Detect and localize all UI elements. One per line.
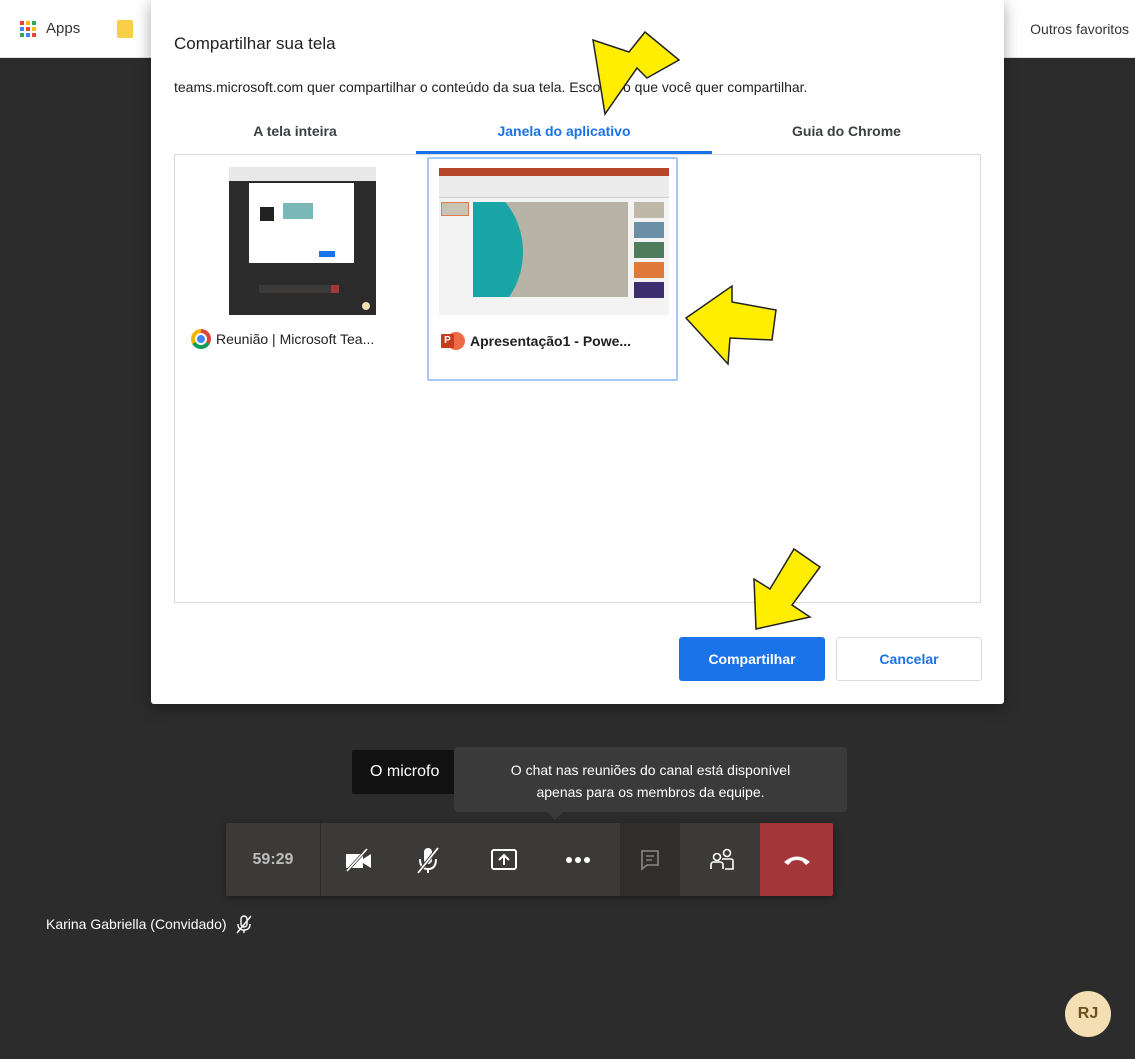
other-favorites[interactable]: Outros favoritos — [1030, 21, 1129, 37]
window-option-label: P Apresentação1 - Powe... — [441, 331, 631, 351]
powerpoint-window-thumbnail — [439, 168, 669, 315]
chat-button[interactable] — [620, 823, 680, 896]
microphone-off-icon — [236, 915, 252, 934]
mic-notification: O microfo — [352, 750, 462, 794]
more-options-button[interactable] — [548, 823, 608, 896]
share-tabs: A tela inteira Janela do aplicativo Guia… — [174, 112, 981, 156]
apps-grid-icon — [20, 20, 36, 37]
annotation-arrow-icon — [592, 30, 681, 116]
camera-off-button[interactable] — [328, 823, 388, 896]
share-screen-dialog: Compartilhar sua tela teams.microsoft.co… — [151, 0, 1004, 704]
window-title-text: Apresentação1 - Powe... — [470, 333, 632, 349]
more-options-icon — [566, 856, 590, 863]
bookmark-folder-icon[interactable] — [117, 20, 133, 38]
microphone-off-icon — [416, 846, 440, 874]
tooltip-line: apenas para os membros da equipe. — [536, 784, 765, 800]
chrome-icon — [191, 329, 211, 349]
tab-chrome-tab[interactable]: Guia do Chrome — [712, 112, 981, 154]
hang-up-icon — [783, 856, 810, 865]
mute-button[interactable] — [398, 823, 458, 896]
window-option-label: Reunião | Microsoft Tea... — [191, 329, 374, 349]
powerpoint-icon: P — [441, 331, 465, 351]
window-option-teams[interactable]: Reunião | Microsoft Tea... — [181, 157, 432, 381]
call-timer: 59:29 — [226, 823, 321, 896]
teams-window-thumbnail — [229, 167, 376, 315]
share-button[interactable]: Compartilhar — [679, 637, 825, 681]
hang-up-button[interactable] — [760, 823, 833, 896]
annotation-arrow-icon — [753, 547, 822, 630]
call-controls-bar: 59:29 — [226, 823, 833, 896]
cancel-button[interactable]: Cancelar — [836, 637, 982, 681]
share-screen-button[interactable] — [474, 823, 534, 896]
apps-label: Apps — [46, 20, 81, 37]
chat-tooltip: O chat nas reuniões do canal está dispon… — [454, 747, 847, 820]
avatar[interactable]: RJ — [1065, 991, 1111, 1037]
window-option-powerpoint[interactable]: P Apresentação1 - Powe... — [427, 157, 678, 381]
participant-name: Karina Gabriella (Convidado) — [46, 916, 227, 932]
share-screen-icon — [491, 848, 517, 870]
participant-label: Karina Gabriella (Convidado) — [46, 914, 253, 934]
participants-button[interactable] — [692, 823, 752, 896]
apps-shortcut[interactable]: Apps — [20, 20, 80, 37]
camera-off-icon — [345, 847, 371, 872]
dialog-subtitle: teams.microsoft.com quer compartilhar o … — [174, 79, 808, 95]
chat-icon — [641, 849, 659, 871]
participants-icon — [710, 848, 734, 870]
share-options-panel: Reunião | Microsoft Tea... P Apresentaçã… — [174, 154, 981, 603]
annotation-arrow-icon — [684, 284, 777, 366]
tooltip-line: O chat nas reuniões do canal está dispon… — [510, 762, 791, 778]
tab-entire-screen[interactable]: A tela inteira — [174, 112, 416, 154]
window-title-text: Reunião | Microsoft Tea... — [216, 331, 375, 347]
dialog-title: Compartilhar sua tela — [174, 34, 336, 53]
